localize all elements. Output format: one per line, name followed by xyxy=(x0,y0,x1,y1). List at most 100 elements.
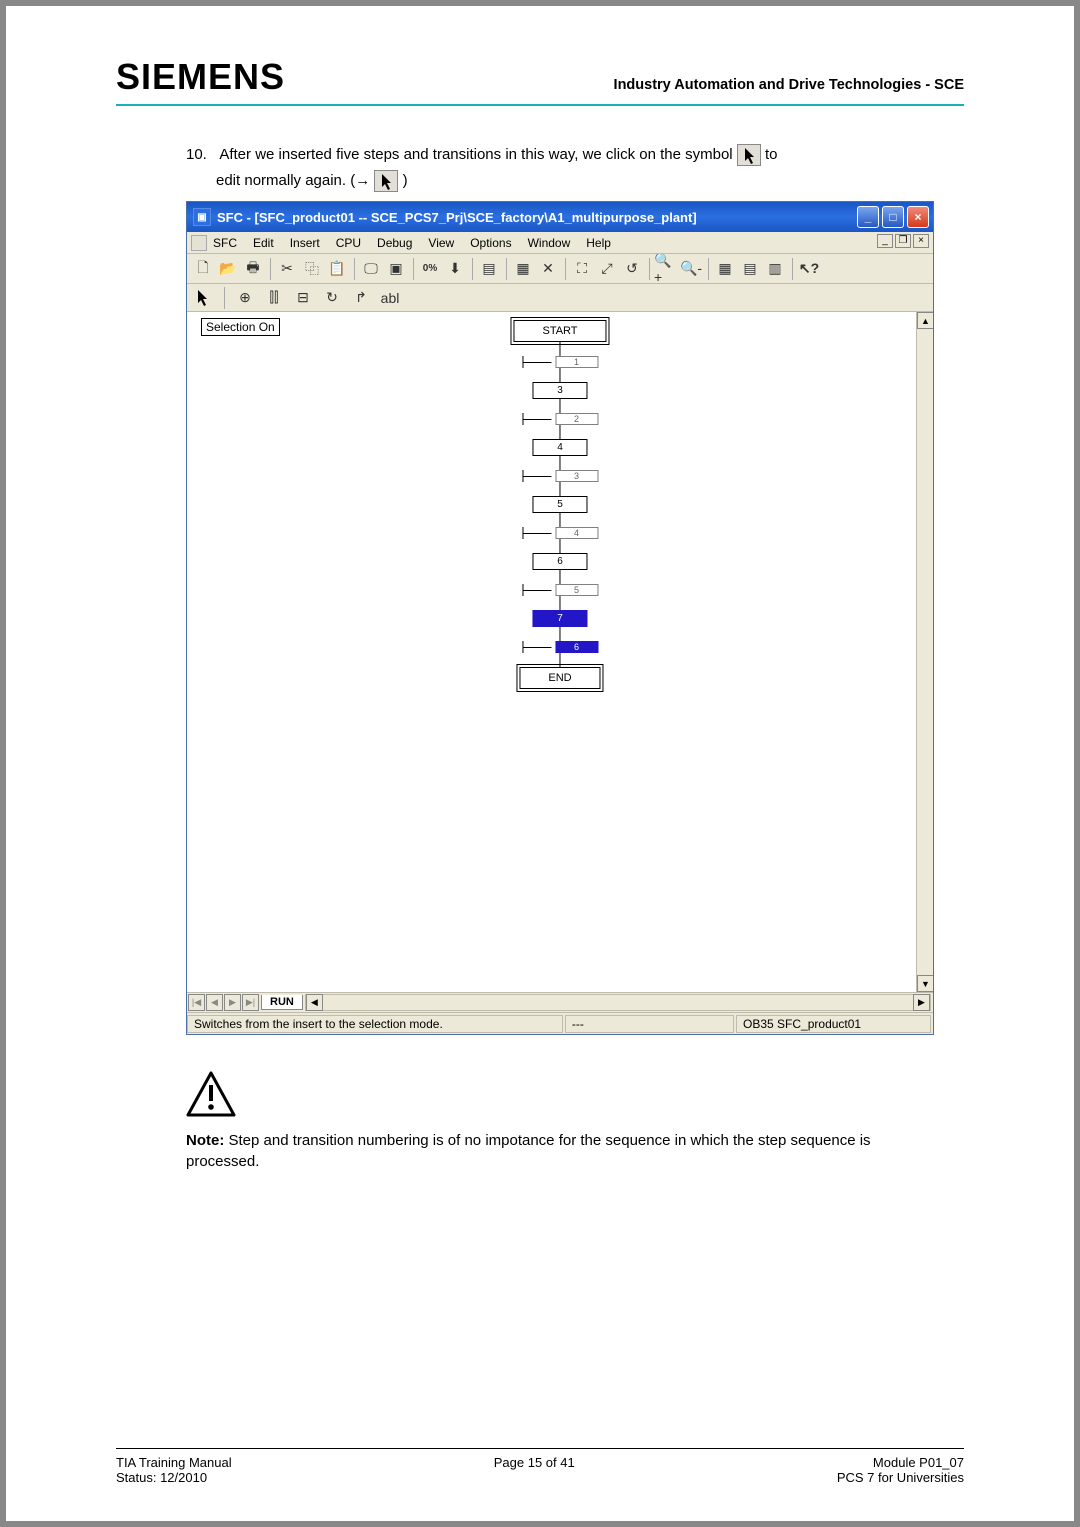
instruction-number: 10. xyxy=(186,142,216,168)
footer-right-1: Module P01_07 xyxy=(837,1455,964,1470)
tool-icon[interactable]: ✕ xyxy=(536,257,560,281)
print-icon[interactable]: 🖶 xyxy=(241,257,265,281)
transition-3[interactable]: 3 xyxy=(522,470,598,482)
tab-run[interactable]: RUN xyxy=(261,995,303,1010)
transition-label: 2 xyxy=(555,413,598,425)
context-help-icon[interactable]: ↖? xyxy=(797,257,821,281)
connector xyxy=(559,342,560,356)
connector xyxy=(559,482,560,496)
selection-mode-icon[interactable] xyxy=(191,286,215,310)
status-bar: Switches from the insert to the selectio… xyxy=(187,1012,933,1034)
page-footer: TIA Training Manual Status: 12/2010 Page… xyxy=(116,1448,964,1485)
connector xyxy=(559,513,560,527)
insert-loop-icon[interactable]: ↻ xyxy=(320,286,344,310)
properties-icon[interactable]: ▦ xyxy=(511,257,535,281)
zoom-reset-icon[interactable]: ↺ xyxy=(620,257,644,281)
insert-jump-icon[interactable]: ↱ xyxy=(349,286,373,310)
menu-sfc[interactable]: SFC xyxy=(213,236,237,250)
menu-options[interactable]: Options xyxy=(470,236,511,250)
sheet-tab-bar: |◀ ◀ ▶ ▶| RUN ◀ ▶ xyxy=(187,992,933,1012)
new-icon[interactable]: 🗋 xyxy=(191,257,215,281)
toolbar-separator xyxy=(649,258,650,280)
page-header: SIEMENS Industry Automation and Drive Te… xyxy=(116,56,964,106)
zoom-in-icon[interactable]: 🔍+ xyxy=(654,257,678,281)
selection-cursor-icon xyxy=(374,170,398,192)
sfc-chart-canvas[interactable]: Selection On START 1 3 2 4 3 5 4 6 xyxy=(187,312,933,992)
menu-cpu[interactable]: CPU xyxy=(336,236,361,250)
status-block-info: OB35 SFC_product01 xyxy=(736,1015,931,1033)
transition-1[interactable]: 1 xyxy=(522,356,598,368)
copy-icon[interactable]: ⿻ xyxy=(300,257,324,281)
window-icon[interactable]: ▣ xyxy=(384,257,408,281)
zoom-out-icon[interactable]: 🔍- xyxy=(679,257,703,281)
menu-window[interactable]: Window xyxy=(528,236,571,250)
scroll-left-icon[interactable]: ◀ xyxy=(306,994,323,1011)
compile-icon[interactable]: 0% xyxy=(418,257,442,281)
paste-icon[interactable]: 📋 xyxy=(325,257,349,281)
step-4[interactable]: 4 xyxy=(532,439,588,456)
menu-view[interactable]: View xyxy=(428,236,454,250)
layout1-icon[interactable]: ▦ xyxy=(713,257,737,281)
footer-left-2: Status: 12/2010 xyxy=(116,1470,232,1485)
step-start[interactable]: START xyxy=(513,320,606,342)
transition-5[interactable]: 5 xyxy=(522,584,598,596)
download-icon[interactable]: ⬇ xyxy=(443,257,467,281)
tab-nav-next-icon[interactable]: ▶ xyxy=(224,994,241,1011)
cut-icon[interactable]: ✂ xyxy=(275,257,299,281)
mdi-close-button[interactable]: × xyxy=(913,234,929,248)
transition-2[interactable]: 2 xyxy=(522,413,598,425)
monitor-icon[interactable]: 🖵 xyxy=(359,257,383,281)
tab-nav-first-icon[interactable]: |◀ xyxy=(188,994,205,1011)
horizontal-scrollbar[interactable]: ◀ ▶ xyxy=(305,994,931,1011)
minimize-button[interactable]: _ xyxy=(857,206,879,228)
open-icon[interactable]: 📂 xyxy=(216,257,240,281)
step-6[interactable]: 6 xyxy=(532,553,588,570)
transition-label: 1 xyxy=(555,356,598,368)
transition-6-selected[interactable]: 6 xyxy=(522,641,598,653)
close-button[interactable]: × xyxy=(907,206,929,228)
zoom-fit-icon[interactable]: ⤢ xyxy=(595,257,619,281)
window-buttons: _ □ × xyxy=(857,206,929,228)
connector xyxy=(559,570,560,584)
page: SIEMENS Industry Automation and Drive Te… xyxy=(6,6,1074,1521)
step-end[interactable]: END xyxy=(519,667,600,689)
zoom-area-icon[interactable]: ⛶ xyxy=(570,257,594,281)
scroll-right-icon[interactable]: ▶ xyxy=(913,994,930,1011)
mdi-minimize-button[interactable]: _ xyxy=(877,234,893,248)
menu-help[interactable]: Help xyxy=(586,236,611,250)
toolbar-separator xyxy=(472,258,473,280)
mdi-restore-button[interactable]: ❐ xyxy=(895,234,911,248)
selection-on-tooltip: Selection On xyxy=(201,318,280,336)
footer-right: Module P01_07 PCS 7 for Universities xyxy=(837,1455,964,1485)
tab-nav-prev-icon[interactable]: ◀ xyxy=(206,994,223,1011)
layout3-icon[interactable]: ▥ xyxy=(763,257,787,281)
vertical-scrollbar[interactable]: ▲ ▼ xyxy=(916,312,933,992)
menu-debug[interactable]: Debug xyxy=(377,236,412,250)
window-titlebar[interactable]: ▣ SFC - [SFC_product01 -- SCE_PCS7_Prj\S… xyxy=(187,202,933,232)
toolbar-separator xyxy=(270,258,271,280)
instruction-paragraph: 10. After we inserted five steps and tra… xyxy=(186,142,964,193)
layout2-icon[interactable]: ▤ xyxy=(738,257,762,281)
scroll-up-icon[interactable]: ▲ xyxy=(917,312,933,329)
insert-parallel-icon[interactable]: ⫿⫿ xyxy=(262,286,286,310)
status-message: Switches from the insert to the selectio… xyxy=(187,1015,563,1033)
tab-nav-last-icon[interactable]: ▶| xyxy=(242,994,259,1011)
menu-insert[interactable]: Insert xyxy=(290,236,320,250)
step-3[interactable]: 3 xyxy=(532,382,588,399)
scroll-down-icon[interactable]: ▼ xyxy=(917,975,933,992)
transition-4[interactable]: 4 xyxy=(522,527,598,539)
step-5[interactable]: 5 xyxy=(532,496,588,513)
filter-icon[interactable]: ▤ xyxy=(477,257,501,281)
insert-step-icon[interactable]: ⊕ xyxy=(233,286,257,310)
menu-bar: SFC Edit Insert CPU Debug View Options W… xyxy=(187,232,933,254)
step-7-selected[interactable]: 7 xyxy=(532,610,588,627)
toolbar-separator xyxy=(565,258,566,280)
toolbar-separator xyxy=(413,258,414,280)
note-paragraph: Note: Step and transition numbering is o… xyxy=(186,1130,936,1172)
insert-alt-icon[interactable]: ⊟ xyxy=(291,286,315,310)
instruction-text-2b: ) xyxy=(403,172,408,189)
footer-left: TIA Training Manual Status: 12/2010 xyxy=(116,1455,232,1485)
menu-edit[interactable]: Edit xyxy=(253,236,274,250)
maximize-button[interactable]: □ xyxy=(882,206,904,228)
insert-text-icon[interactable]: abl xyxy=(378,286,402,310)
